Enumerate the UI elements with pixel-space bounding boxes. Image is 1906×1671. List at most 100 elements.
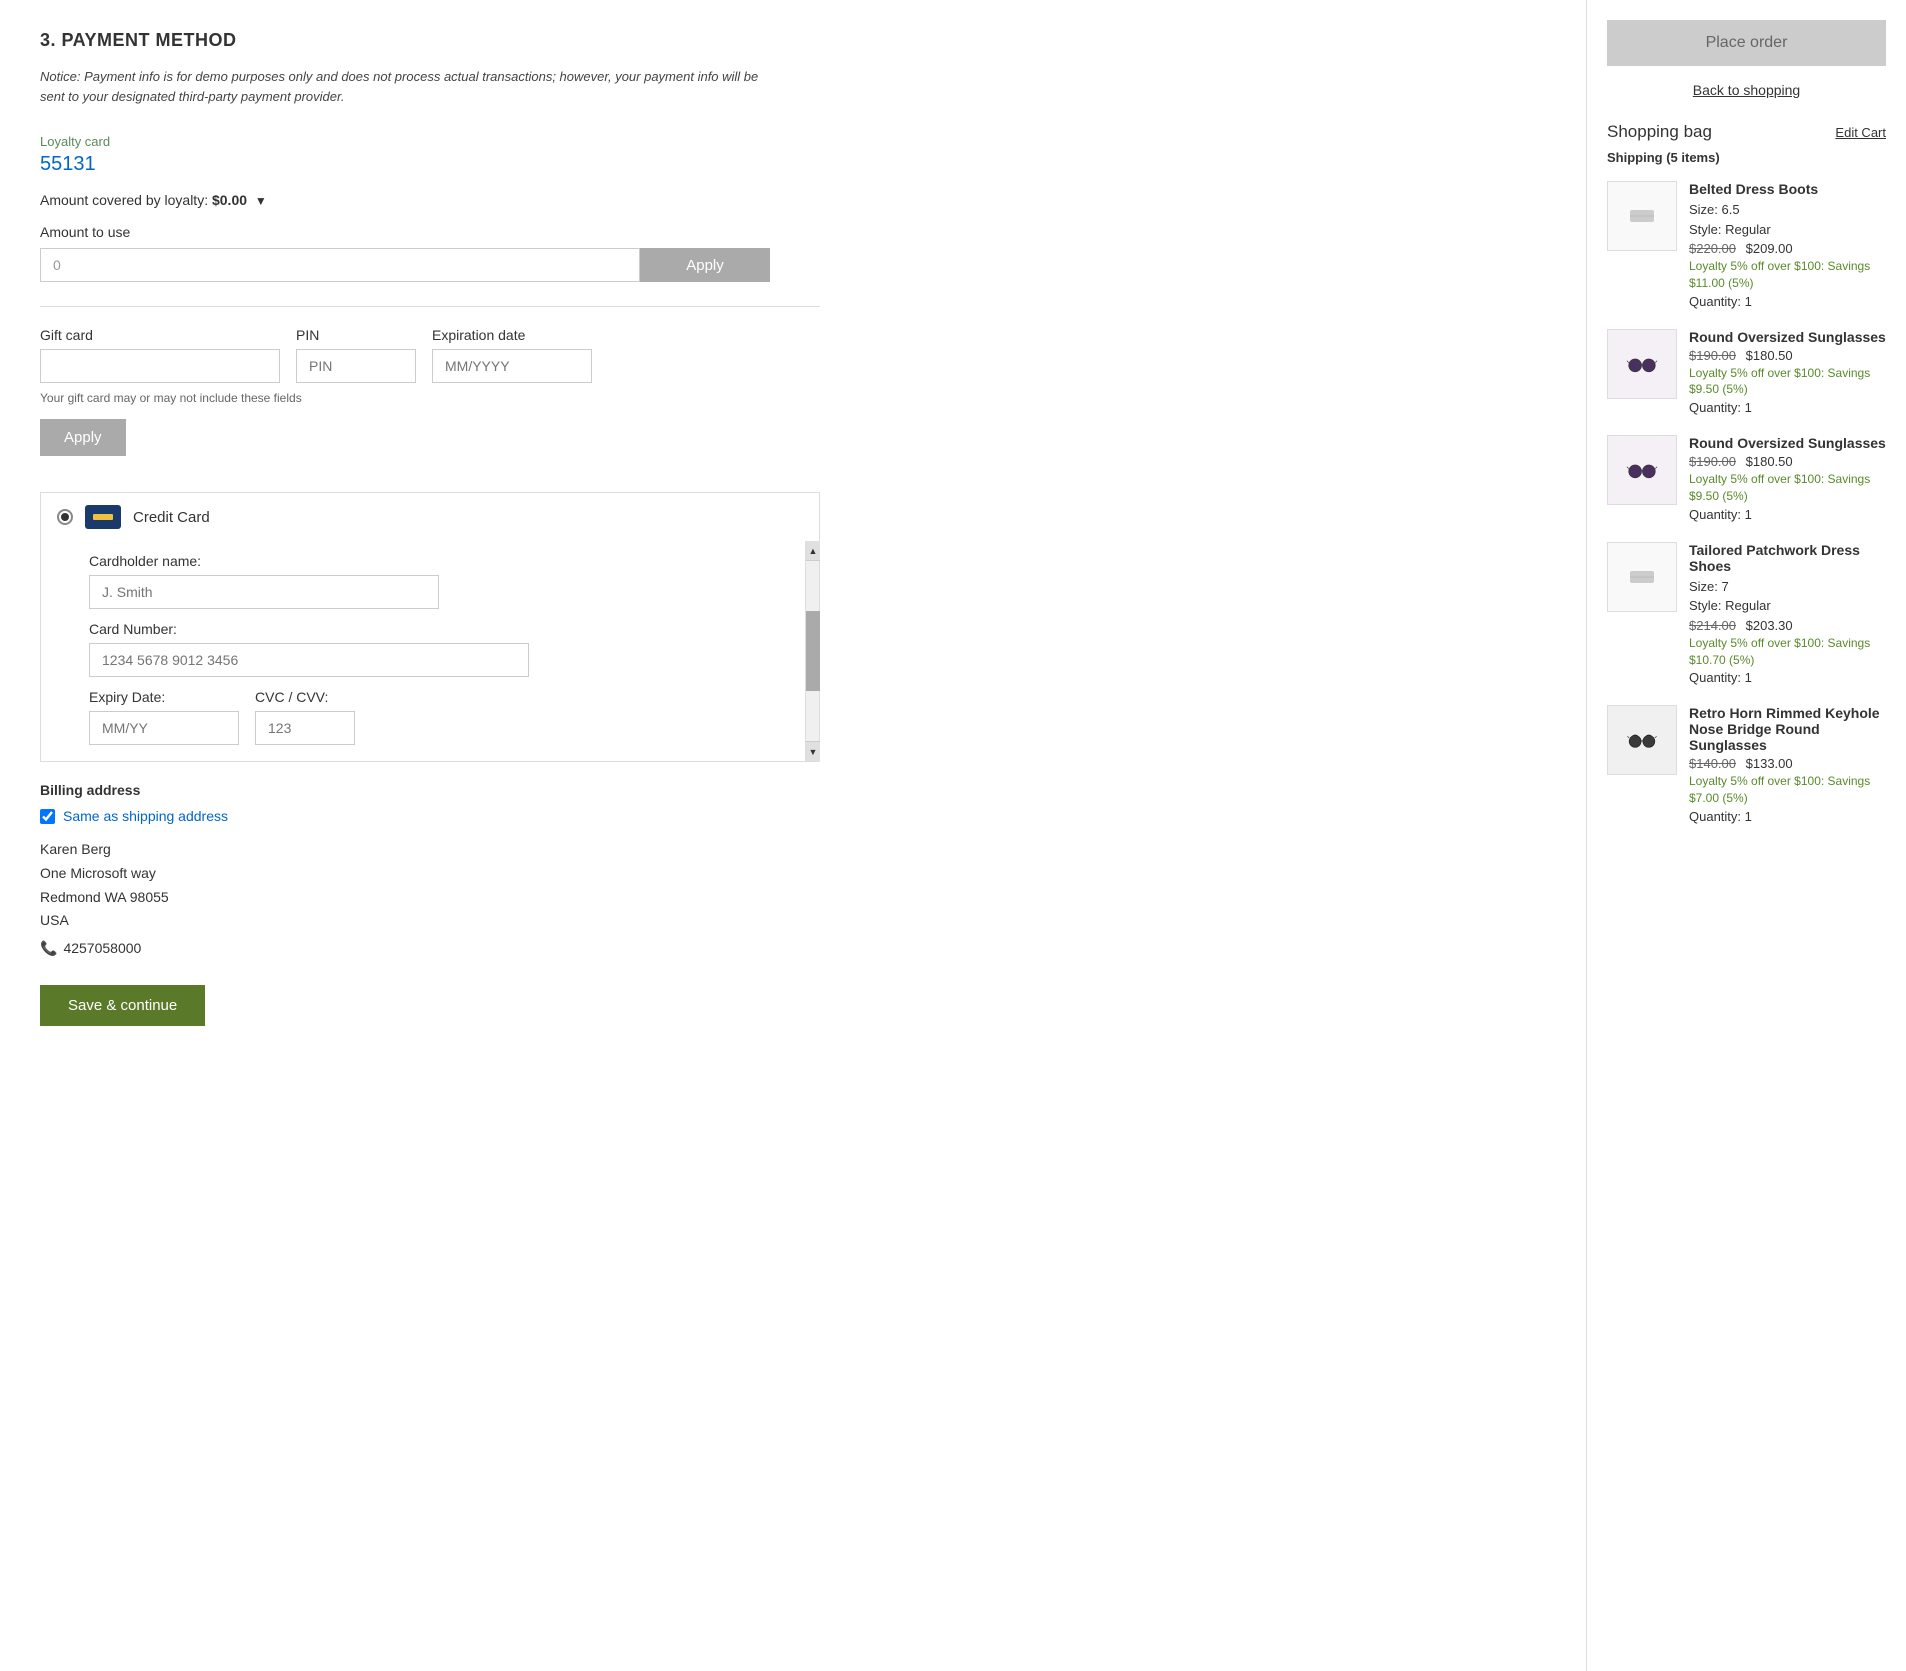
billing-phone-row: 📞 4257058000 [40,937,820,961]
cvv-field: CVC / CVV: [255,689,355,745]
item-style: Style: Regular [1689,596,1886,616]
shopping-bag-header: Shopping bag Edit Cart [1607,122,1886,142]
scroll-down-arrow[interactable]: ▼ [806,741,820,761]
shopping-bag-title: Shopping bag [1607,122,1712,142]
dropdown-arrow-icon[interactable]: ▼ [255,194,267,208]
quantity-text: Quantity: 1 [1689,400,1886,415]
payment-method-label: Credit Card [133,509,210,526]
cart-item-image [1607,329,1677,399]
sale-price: $209.00 [1746,241,1793,256]
pin-label: PIN [296,327,416,343]
loyalty-card-number: 55131 [40,153,820,176]
cart-item-image [1607,705,1677,775]
sale-price: $203.30 [1746,618,1793,633]
billing-phone: 4257058000 [63,937,141,961]
amount-covered: Amount covered by loyalty: $0.00 ▼ [40,192,820,208]
cart-item-image [1607,181,1677,251]
quantity-text: Quantity: 1 [1689,670,1886,685]
back-to-shopping-link[interactable]: Back to shopping [1693,82,1800,98]
payment-method-header[interactable]: Credit Card [41,493,819,541]
billing-name: Karen Berg [40,838,820,862]
scroll-up-arrow[interactable]: ▲ [806,541,820,561]
cvv-input[interactable] [255,711,355,745]
price-row: $214.00 $203.30 [1689,618,1886,633]
item-meta: Size: 7 [1689,577,1886,597]
expiration-label: Expiration date [432,327,592,343]
sale-price: $180.50 [1746,348,1793,363]
original-price: $140.00 [1689,756,1736,771]
loyalty-apply-button[interactable]: Apply [640,248,770,282]
save-continue-button[interactable]: Save & continue [40,985,205,1026]
price-row: $140.00 $133.00 [1689,756,1886,771]
cart-item: Round Oversized Sunglasses $190.00 $180.… [1607,329,1886,416]
item-name: Round Oversized Sunglasses [1689,329,1886,345]
cart-item: Belted Dress Boots Size: 6.5 Style: Regu… [1607,181,1886,309]
item-meta: Size: 6.5 [1689,200,1886,220]
gift-card-input[interactable] [40,349,280,383]
billing-section: Billing address Same as shipping address… [40,782,820,961]
loyalty-savings: Loyalty 5% off over $100: Savings $11.00… [1689,258,1886,292]
cart-item-details: Belted Dress Boots Size: 6.5 Style: Regu… [1689,181,1886,309]
section-title: 3. PAYMENT METHOD [40,30,820,51]
cart-item-details: Round Oversized Sunglasses $190.00 $180.… [1689,329,1886,416]
cardholder-label: Cardholder name: [89,553,789,569]
pin-input[interactable] [296,349,416,383]
card-number-label: Card Number: [89,621,789,637]
back-to-shopping: Back to shopping [1607,82,1886,98]
item-name: Round Oversized Sunglasses [1689,435,1886,451]
gift-card-section: Gift card PIN Expiration date Your gift … [40,327,820,472]
item-style: Style: Regular [1689,220,1886,240]
original-price: $190.00 [1689,348,1736,363]
loyalty-amount-input[interactable] [40,248,640,282]
place-order-button[interactable]: Place order [1607,20,1886,66]
expiry-field: Expiry Date: [89,689,239,745]
quantity-text: Quantity: 1 [1689,294,1886,309]
expiration-input[interactable] [432,349,592,383]
same-as-shipping-checkbox[interactable] [40,809,55,824]
cart-item: Round Oversized Sunglasses $190.00 $180.… [1607,435,1886,522]
gift-card-row: Gift card PIN Expiration date [40,327,820,383]
original-price: $220.00 [1689,241,1736,256]
same-as-shipping-label: Same as shipping address [63,808,228,824]
loyalty-savings: Loyalty 5% off over $100: Savings $9.50 … [1689,471,1886,505]
loyalty-savings: Loyalty 5% off over $100: Savings $9.50 … [1689,365,1886,399]
price-row: $190.00 $180.50 [1689,454,1886,469]
cardholder-input[interactable] [89,575,439,609]
quantity-text: Quantity: 1 [1689,507,1886,522]
loyalty-apply-row: Apply [40,248,820,282]
cart-item: Tailored Patchwork Dress Shoes Size: 7 S… [1607,542,1886,686]
original-price: $214.00 [1689,618,1736,633]
loyalty-section: Loyalty card 55131 Amount covered by loy… [40,134,820,282]
shipping-label: Shipping (5 items) [1607,150,1886,165]
item-name: Belted Dress Boots [1689,181,1886,197]
amount-to-use-label: Amount to use [40,224,820,240]
cart-item-details: Retro Horn Rimmed Keyhole Nose Bridge Ro… [1689,705,1886,824]
same-as-shipping-row: Same as shipping address [40,808,820,824]
card-number-input[interactable] [89,643,529,677]
item-name: Tailored Patchwork Dress Shoes [1689,542,1886,574]
gift-card-number-field: Gift card [40,327,280,383]
edit-cart-link[interactable]: Edit Cart [1835,125,1886,140]
billing-title: Billing address [40,782,820,798]
billing-country: USA [40,909,820,933]
credit-card-icon [85,505,121,529]
credit-card-radio[interactable] [57,509,73,525]
original-price: $190.00 [1689,454,1736,469]
loyalty-savings: Loyalty 5% off over $100: Savings $7.00 … [1689,773,1886,807]
payment-method-section: Credit Card Cardholder name: Card Number… [40,492,820,762]
loyalty-savings: Loyalty 5% off over $100: Savings $10.70… [1689,635,1886,669]
sale-price: $133.00 [1746,756,1793,771]
sale-price: $180.50 [1746,454,1793,469]
item-name: Retro Horn Rimmed Keyhole Nose Bridge Ro… [1689,705,1886,753]
expiry-input[interactable] [89,711,239,745]
billing-address2: Redmond WA 98055 [40,886,820,910]
gift-card-apply-button[interactable]: Apply [40,419,126,456]
gift-card-expiration-field: Expiration date [432,327,592,383]
price-row: $190.00 $180.50 [1689,348,1886,363]
scroll-thumb [806,611,820,691]
billing-address-block: Karen Berg One Microsoft way Redmond WA … [40,838,820,961]
cart-item-image [1607,542,1677,612]
quantity-text: Quantity: 1 [1689,809,1886,824]
cart-item-details: Round Oversized Sunglasses $190.00 $180.… [1689,435,1886,522]
divider [40,306,820,307]
